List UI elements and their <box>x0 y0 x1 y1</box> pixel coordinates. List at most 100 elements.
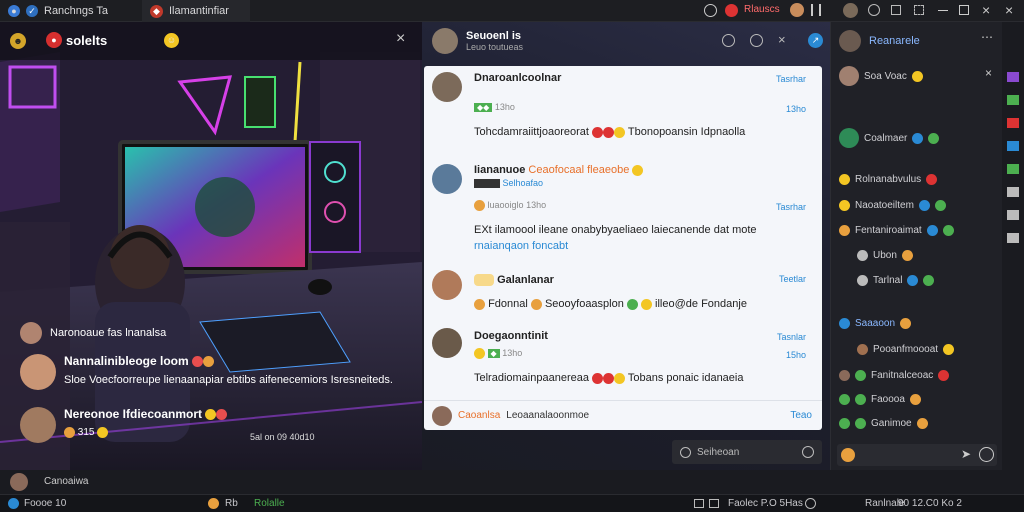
sidebar-item-label: Pooanfmoooat <box>873 344 939 355</box>
comment-author[interactable]: Galanlanar <box>497 274 554 286</box>
reply-button[interactable]: Tasrhar <box>776 202 806 212</box>
close-icon[interactable]: × <box>778 32 786 47</box>
status-right: Faolec P.O 5Has <box>728 498 803 509</box>
sidebar-item-label: Fanitnalceoac <box>871 370 934 381</box>
notification-icon[interactable] <box>725 4 738 17</box>
overlay-name: Nereonoe Ifdiecoanmort <box>64 407 203 421</box>
avatar[interactable] <box>432 164 462 194</box>
overlay-name: Naronoaue fas lnanalsa <box>50 327 167 339</box>
reply-button[interactable]: Teetlar <box>779 274 806 284</box>
avatar-icon[interactable] <box>790 3 804 17</box>
status-bar: Foooe 10 Rb Rolalle Faolec P.O 5Has Ranl… <box>0 494 1024 512</box>
avatar[interactable] <box>432 270 462 300</box>
overlay-text: Sloe Voecfoorreupe lienaanapiar ebtibs a… <box>64 374 393 386</box>
bottom-user[interactable]: Canoaiwa <box>44 476 88 487</box>
comment-sub: Selhoafao <box>502 178 544 188</box>
reply-button[interactable]: Tasnlar <box>777 332 806 342</box>
app-icon: ● <box>8 5 20 17</box>
sidebar-item[interactable]: Pooanfmoooat <box>857 344 955 355</box>
close-icon[interactable]: × <box>985 66 992 80</box>
sidebar-input[interactable]: ➤ <box>837 444 997 466</box>
sidebar-item-label: Naoatoeiltem <box>855 200 914 211</box>
sidebar-item[interactable]: Fanitnalceoac <box>839 370 950 381</box>
monitor-icon[interactable] <box>694 499 704 508</box>
avatar <box>20 354 56 390</box>
send-icon[interactable] <box>802 446 814 458</box>
tab-main[interactable]: ● ✓ Ranchngs Ta <box>0 0 136 22</box>
tab-game[interactable]: ◆ Ilamantinfiar <box>142 0 250 22</box>
sidebar-item-label: Ubon <box>873 250 897 261</box>
sidebar-item[interactable]: Rolnanabvulus <box>839 174 938 185</box>
game-icon: ◆ <box>150 4 163 18</box>
avatar[interactable] <box>839 30 861 52</box>
attach-icon[interactable] <box>680 446 691 458</box>
sidebar-item[interactable]: Soa Voac <box>839 66 923 86</box>
sidebar-item[interactable]: Tarlnal <box>857 275 935 286</box>
comment-author[interactable]: Dnaroanlcoolnar <box>474 72 561 84</box>
more-icon[interactable]: ⋯ <box>981 30 993 44</box>
sidebar-header: Reanarele <box>839 30 920 52</box>
comment-author[interactable]: Doegaonntinit <box>474 330 548 342</box>
sidebar-item[interactable]: Faoooa <box>839 394 921 405</box>
monitor-icon[interactable] <box>709 499 719 508</box>
settings-icon[interactable] <box>868 4 880 16</box>
settings-icon[interactable] <box>722 34 735 47</box>
stream-view[interactable]: ☻ ● solelts ☺ × Naronoaue fas lnanalsa N… <box>0 22 422 470</box>
close-icon[interactable]: × <box>396 30 405 48</box>
sidebar-item-label: Coalmaer <box>864 132 908 144</box>
emote-icon[interactable] <box>841 448 855 462</box>
avatar[interactable] <box>432 328 462 358</box>
sidebar-panel: Reanarele ⋯ × Soa Voac Coalmaer Rolnanab… <box>830 22 1002 470</box>
emote-icon[interactable]: ☻ <box>10 33 26 49</box>
sidebar-title: Reanarele <box>869 35 920 47</box>
comment-meta: luaooiglo <box>487 200 524 210</box>
settings-icon[interactable] <box>979 447 994 462</box>
channel-name[interactable]: solelts <box>66 33 107 48</box>
clock-icon[interactable] <box>704 4 717 17</box>
share-icon[interactable] <box>805 498 816 509</box>
right-toolbar <box>1002 22 1024 470</box>
sidebar-item[interactable]: Ganimoe <box>839 418 928 429</box>
reply-button[interactable]: Tasrhar <box>776 74 806 84</box>
comment-input[interactable]: Seiheoan <box>672 440 822 464</box>
share-icon[interactable] <box>891 5 901 15</box>
comment-time: 13ho <box>502 348 523 358</box>
profile-icon[interactable] <box>843 3 858 18</box>
comment-body: Tohcdamraiittjoaoreorat <box>474 126 589 138</box>
grid-icon[interactable] <box>914 5 924 15</box>
grid-icon[interactable] <box>811 4 821 16</box>
sidebar-item[interactable]: Fentaniroaimat <box>839 225 954 236</box>
comment-footer: Caoanlsa Leoaanalaoonmoe Teao <box>424 400 822 430</box>
avatar[interactable] <box>432 72 462 102</box>
badge-label: Rlauscs <box>744 4 780 15</box>
sidebar-item-label: Soa Voac <box>864 70 907 82</box>
flag-icon[interactable] <box>750 34 763 47</box>
home-icon[interactable] <box>8 498 19 509</box>
sidebar-item[interactable]: Ubon <box>857 250 913 261</box>
comment-tag: Ceaofocaal fleaeobe <box>528 164 630 176</box>
avatar <box>432 405 452 426</box>
sidebar-item[interactable]: Saaaoon <box>839 318 912 329</box>
sidebar-item[interactable]: Coalmaer <box>839 128 940 148</box>
comment-author[interactable]: Iiananuoe <box>474 164 525 176</box>
sidebar-item-label: Tarlnal <box>873 275 903 286</box>
close-icon[interactable]: × <box>982 2 990 18</box>
maximize-icon[interactable] <box>959 5 969 15</box>
sidebar-item[interactable]: Naoatoeiltem <box>839 200 946 211</box>
comment-link[interactable]: rnaianqaon foncabt <box>474 240 568 252</box>
sidebar-item-label: Rolnanabvulus <box>855 174 922 185</box>
smile-icon[interactable]: ☺ <box>164 33 179 48</box>
send-icon[interactable]: ➤ <box>961 447 971 461</box>
comment-body: EXt ilamoool ileane onabybyaeliaeo laiec… <box>474 224 757 236</box>
footer-name[interactable]: Caoanlsa <box>458 410 500 421</box>
avatar[interactable] <box>432 28 458 54</box>
footer-text: Leoaanalaoonmoe <box>506 410 590 421</box>
comment-body: Seooyfoaasplon <box>544 298 624 310</box>
footer-reply[interactable]: Teao <box>790 410 812 421</box>
share-icon[interactable]: ↗ <box>808 33 823 48</box>
minimize-icon[interactable] <box>938 10 948 11</box>
avatar <box>20 322 42 344</box>
reply-time: 15ho <box>785 350 806 360</box>
close-icon[interactable]: × <box>1005 2 1013 18</box>
sidebar-item-label: Faoooa <box>871 394 905 405</box>
